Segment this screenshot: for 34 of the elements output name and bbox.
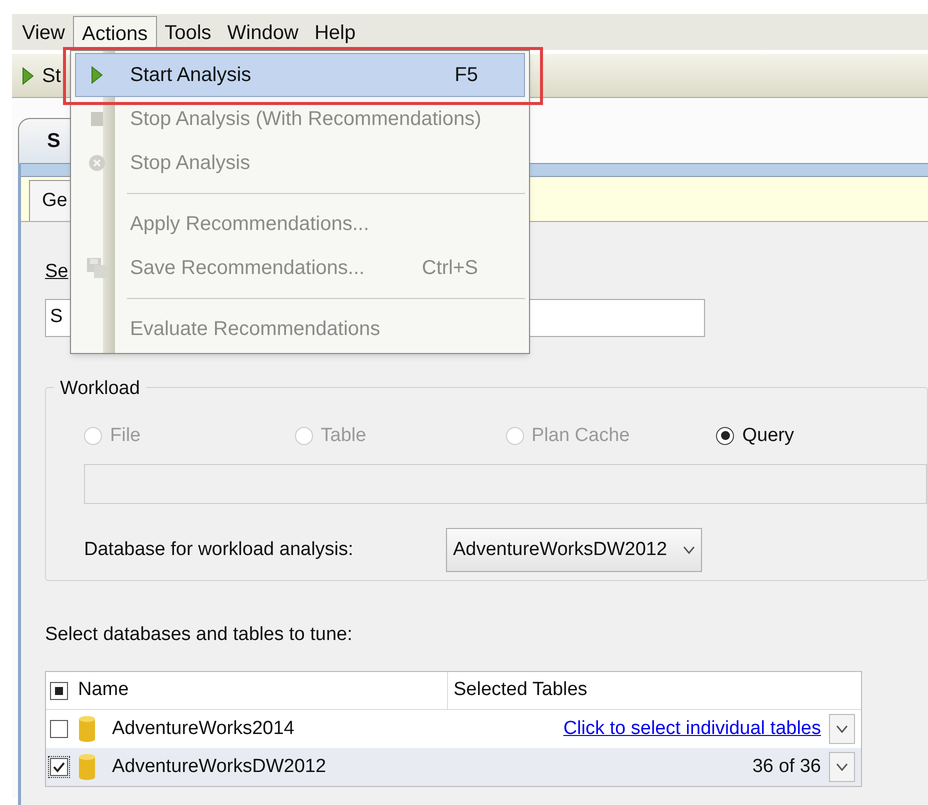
column-header[interactable]: Name xyxy=(46,672,448,709)
dropdown-button[interactable] xyxy=(829,714,855,744)
database-icon xyxy=(78,715,96,743)
dropdown-button[interactable] xyxy=(829,752,855,782)
database-icon xyxy=(78,753,96,781)
session-label: Se xyxy=(45,260,68,284)
select-tables-link[interactable]: Click to select individual tables xyxy=(563,714,821,744)
caret-icon xyxy=(836,725,848,733)
table-row[interactable]: AdventureWorksDW2012 36 of 36 xyxy=(46,748,861,786)
cancel-icon xyxy=(88,154,106,172)
menu-item[interactable]: View xyxy=(14,16,73,50)
play-icon xyxy=(22,66,34,84)
caret-icon xyxy=(836,763,848,771)
workload-query-field[interactable] xyxy=(84,464,927,504)
caret-icon xyxy=(683,546,695,554)
database-name: AdventureWorksDW2012 xyxy=(112,754,326,779)
stop-icon xyxy=(90,111,104,127)
checkbox[interactable] xyxy=(50,758,68,776)
databases-label: Select databases and tables to tune: xyxy=(45,622,354,646)
database-dropdown[interactable]: AdventureWorksDW2012 xyxy=(446,528,702,572)
checkbox[interactable] xyxy=(50,682,68,700)
menu-item[interactable]: Window xyxy=(219,16,306,50)
checkbox[interactable] xyxy=(50,720,68,738)
menu-item[interactable]: Tools xyxy=(156,16,220,50)
menu-entry[interactable]: Start Analysis F5 xyxy=(75,53,525,97)
database-label: Database for workload analysis: xyxy=(84,538,354,562)
toolbar-button-label[interactable]: St xyxy=(42,60,61,90)
menu-item[interactable]: Help xyxy=(306,16,364,50)
radio-option[interactable]: Query xyxy=(716,422,927,450)
menu-item[interactable]: Actions xyxy=(73,16,157,50)
column-header[interactable]: Selected Tables xyxy=(448,672,861,709)
database-name: AdventureWorks2014 xyxy=(112,716,294,741)
save-icon xyxy=(86,257,108,279)
table-count: 36 of 36 xyxy=(752,754,821,779)
